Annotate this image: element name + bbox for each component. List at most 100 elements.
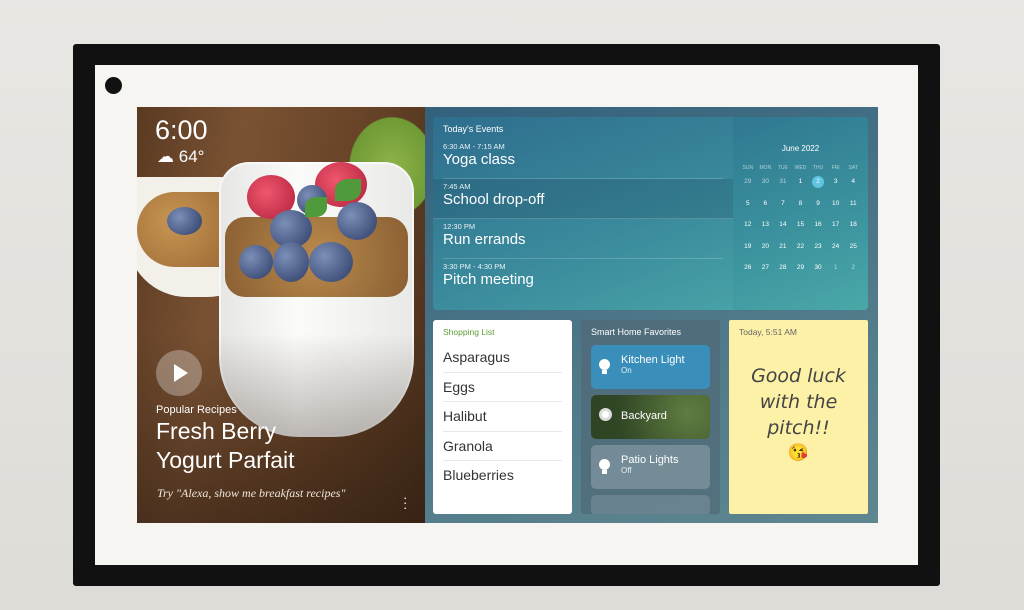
calendar-day[interactable]: 4: [844, 175, 862, 197]
device-name: Kitchen Light: [621, 354, 685, 366]
calendar-grid: SUN MON TUE WED THU FRI SAT 29 30 31 1 2 3 4 5 6 7 8 9 10 11…: [733, 161, 868, 283]
kiss-emoji-icon: 😘: [787, 443, 810, 462]
device-kitchen-light[interactable]: Kitchen Light On: [591, 345, 710, 389]
calendar-day[interactable]: 5: [739, 197, 757, 219]
device-status: Off: [621, 466, 632, 475]
calendar-day[interactable]: 2: [809, 175, 827, 197]
device-tile-partial[interactable]: [591, 495, 710, 514]
event-name: Pitch meeting: [443, 271, 534, 288]
weekday-label: TUE: [777, 165, 788, 171]
events-widget[interactable]: Today's Events 6:30 AM - 7:15 AM Yoga cla…: [433, 117, 733, 310]
event-item[interactable]: 7:45 AM School drop-off: [433, 179, 733, 219]
calendar-day[interactable]: 22: [792, 240, 810, 262]
blueberry: [239, 245, 273, 279]
event-time: 7:45 AM: [443, 182, 471, 191]
calendar-day[interactable]: 11: [844, 197, 862, 219]
event-time: 12:30 PM: [443, 222, 476, 231]
calendar-day[interactable]: 28: [774, 261, 792, 283]
calendar-day[interactable]: 17: [827, 218, 845, 240]
weekday-label: MON: [759, 165, 772, 171]
weekday-label: FRI: [831, 165, 840, 171]
calendar-day[interactable]: 23: [809, 240, 827, 262]
recipe-title: Fresh Berry Yogurt Parfait: [156, 417, 295, 475]
weather: ☁ 64°: [157, 147, 204, 167]
calendar-month: June 2022: [781, 144, 820, 153]
device-status: On: [621, 366, 632, 375]
shopping-item[interactable]: Halibut: [443, 402, 562, 432]
event-item[interactable]: 3:30 PM - 4:30 PM Pitch meeting: [443, 259, 723, 299]
device-patio-lights[interactable]: Patio Lights Off: [591, 445, 710, 489]
calendar-day[interactable]: 16: [809, 218, 827, 240]
camera-icon: [599, 408, 612, 421]
calendar-day[interactable]: 2: [844, 261, 862, 283]
calendar-day[interactable]: 18: [844, 218, 862, 240]
event-item[interactable]: 6:30 AM - 7:15 AM Yoga class: [443, 139, 723, 179]
light-bulb-icon: [599, 459, 610, 474]
note-line: with the: [759, 391, 838, 413]
recipe-title-line: Fresh Berry: [156, 418, 277, 444]
event-time: 6:30 AM - 7:15 AM: [443, 142, 505, 151]
shopping-list-title: Shopping List: [443, 327, 495, 337]
calendar-day[interactable]: 26: [739, 261, 757, 283]
calendar-day[interactable]: 24: [827, 240, 845, 262]
recipe-card[interactable]: 6:00 ☁ 64° Popular Recipes Fresh Berry Yo…: [137, 107, 425, 523]
recipe-category: Popular Recipes: [156, 404, 237, 416]
blueberry: [309, 242, 353, 282]
more-options-icon[interactable]: · · ·: [403, 491, 407, 514]
calendar-day[interactable]: 8: [792, 197, 810, 219]
note-message: Good luck with the pitch!!: [739, 363, 858, 441]
sticky-note-widget[interactable]: Today, 5:51 AM Good luck with the pitch!! …: [729, 320, 868, 514]
calendar-day[interactable]: 12: [739, 218, 757, 240]
calendar-day[interactable]: 1: [827, 261, 845, 283]
calendar-day[interactable]: 31: [774, 175, 792, 197]
calendar-day[interactable]: 13: [757, 218, 775, 240]
shopping-list-widget[interactable]: Shopping List Asparagus Eggs Halibut Gra…: [433, 320, 572, 514]
play-button[interactable]: [156, 350, 202, 396]
calendar-day[interactable]: 14: [774, 218, 792, 240]
shopping-item[interactable]: Granola: [443, 432, 562, 461]
blueberry: [167, 207, 202, 235]
temperature: 64°: [178, 147, 205, 166]
shopping-item[interactable]: Eggs: [443, 373, 562, 402]
note-line: pitch!!: [767, 417, 830, 439]
calendar-day[interactable]: 6: [757, 197, 775, 219]
camera-icon: [105, 77, 122, 94]
calendar-day[interactable]: 19: [739, 240, 757, 262]
shopping-item[interactable]: Asparagus: [443, 343, 562, 373]
recipe-title-line: Yogurt Parfait: [156, 447, 295, 473]
calendar-day[interactable]: 20: [757, 240, 775, 262]
smart-home-title: Smart Home Favorites: [591, 327, 682, 337]
device-name: Backyard: [621, 410, 667, 422]
calendar-day[interactable]: 10: [827, 197, 845, 219]
calendar-day[interactable]: 7: [774, 197, 792, 219]
echo-show-screen: 6:00 ☁ 64° Popular Recipes Fresh Berry Yo…: [137, 107, 878, 523]
calendar-day[interactable]: 1: [792, 175, 810, 197]
calendar-day[interactable]: 3: [827, 175, 845, 197]
note-timestamp: Today, 5:51 AM: [739, 327, 797, 337]
blueberry: [337, 202, 377, 240]
calendar-day[interactable]: 21: [774, 240, 792, 262]
calendar-day[interactable]: 30: [757, 175, 775, 197]
mint-leaf: [305, 197, 327, 217]
calendar-day[interactable]: 27: [757, 261, 775, 283]
partly-cloudy-icon: ☁: [157, 147, 174, 166]
calendar-day[interactable]: 29: [792, 261, 810, 283]
event-name: Run errands: [443, 231, 526, 248]
event-item[interactable]: 12:30 PM Run errands: [443, 219, 723, 259]
shopping-item[interactable]: Blueberries: [443, 461, 562, 491]
calendar-day[interactable]: 9: [809, 197, 827, 219]
event-name: Yoga class: [443, 151, 515, 168]
note-line: Good luck: [751, 365, 846, 387]
device-backyard[interactable]: Backyard: [591, 395, 710, 439]
calendar-day[interactable]: 30: [809, 261, 827, 283]
blueberry: [273, 242, 309, 282]
calendar-day[interactable]: 29: [739, 175, 757, 197]
events-title: Today's Events: [443, 124, 504, 134]
calendar-day[interactable]: 25: [844, 240, 862, 262]
calendar-widget[interactable]: June 2022 SUN MON TUE WED THU FRI SAT 29 30 31 1 2 3…: [733, 117, 868, 310]
weekday-label: SUN: [742, 165, 754, 171]
weekday-label: THU: [812, 165, 824, 171]
event-name: School drop-off: [443, 191, 545, 208]
calendar-day[interactable]: 15: [792, 218, 810, 240]
mint-leaf: [335, 179, 361, 201]
